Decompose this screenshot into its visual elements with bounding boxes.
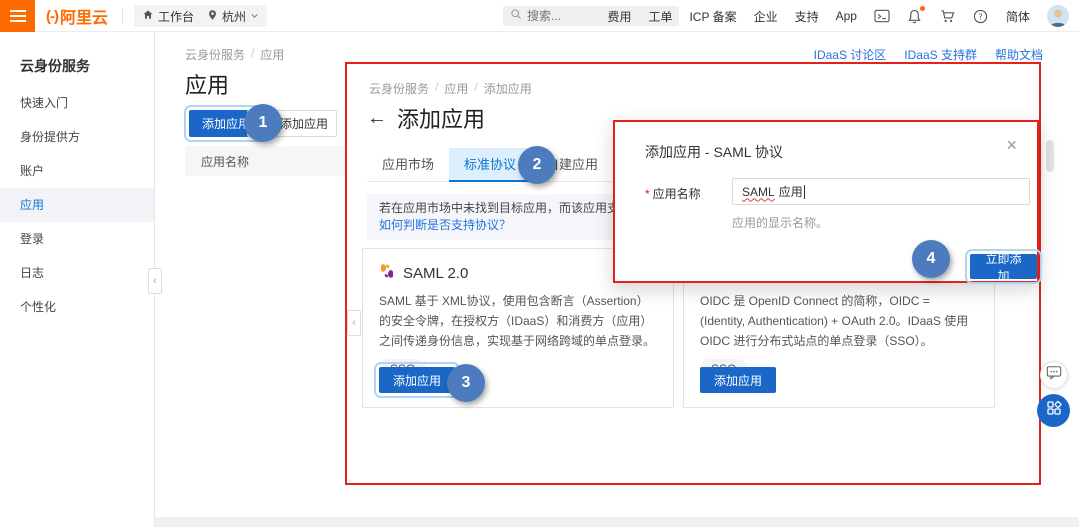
app-name-label: *应用名称 xyxy=(645,185,701,202)
back-arrow-icon[interactable]: ← xyxy=(367,108,387,128)
scrollbar-thumb[interactable] xyxy=(1046,140,1054,172)
step-annotation-1: 1 xyxy=(244,104,282,142)
step-annotation-4: 4 xyxy=(912,240,950,278)
menu-item-billing[interactable]: 费用 xyxy=(607,8,631,25)
region-selector[interactable]: 杭州 xyxy=(199,5,267,27)
menu-item-enterprise[interactable]: 企业 xyxy=(754,8,778,25)
cart-icon[interactable] xyxy=(940,8,956,24)
menu-item-icp[interactable]: ICP 备案 xyxy=(689,8,736,25)
sidebar-item-login[interactable]: 登录 xyxy=(0,222,154,256)
chevron-down-icon xyxy=(250,9,259,23)
help-icon[interactable]: ? xyxy=(973,8,989,24)
link-idaas-forum[interactable]: IDaaS 讨论区 xyxy=(814,46,887,63)
sidebar-item-quickstart[interactable]: 快速入门 xyxy=(0,86,154,120)
feedback-chat-button[interactable] xyxy=(1040,361,1068,389)
step-annotation-2: 2 xyxy=(518,146,556,184)
saml-logo-icon xyxy=(379,263,395,283)
input-value-word: SAML xyxy=(742,185,775,199)
notification-badge-dot xyxy=(920,6,925,11)
field-helper-text: 应用的显示名称。 xyxy=(732,214,828,231)
page-title: 应用 xyxy=(185,68,229,100)
submit-add-now-button[interactable]: 立即添加 xyxy=(970,254,1037,279)
card-description: OIDC 是 OpenID Connect 的简称，OIDC = (Identi… xyxy=(700,292,978,351)
menu-item-support[interactable]: 支持 xyxy=(795,8,819,25)
menu-item-tickets[interactable]: 工单 xyxy=(648,8,672,25)
menu-item-app[interactable]: App xyxy=(836,9,857,23)
breadcrumb-item: 应用 xyxy=(260,46,284,63)
breadcrumb-item[interactable]: 云身份服务 xyxy=(185,46,245,63)
breadcrumb-item[interactable]: 应用 xyxy=(444,80,468,97)
notification-bell-icon[interactable] xyxy=(907,8,923,24)
sidebar-item-accounts[interactable]: 账户 xyxy=(0,154,154,188)
breadcrumb: 云身份服务 / 应用 / 添加应用 xyxy=(369,80,532,97)
saml-add-application-button[interactable]: 添加应用 xyxy=(379,367,455,393)
cloudshell-icon[interactable] xyxy=(874,8,890,24)
grid-squares-icon xyxy=(1046,400,1062,421)
home-icon xyxy=(142,9,154,24)
link-help-docs[interactable]: 帮助文档 xyxy=(995,46,1043,63)
breadcrumb: 云身份服务 / 应用 xyxy=(185,46,284,63)
location-pin-icon xyxy=(207,9,218,24)
input-value-rest: 应用 xyxy=(779,183,803,200)
divider xyxy=(122,9,123,23)
card-description: SAML 基于 XML协议，使用包含断言（Assertion）的安全令牌，在授权… xyxy=(379,292,657,351)
text-caret xyxy=(804,185,805,199)
add-saml-app-dialog: 添加应用 - SAML 协议 × *应用名称 SAML 应用 应用的显示名称。 … xyxy=(613,120,1039,283)
locale-switcher[interactable]: 简体 xyxy=(1006,8,1030,25)
sidebar-item-idp[interactable]: 身份提供方 xyxy=(0,120,154,154)
workspace-button[interactable]: 工作台 xyxy=(134,5,202,27)
bottom-strip xyxy=(154,517,1079,527)
help-links: IDaaS 讨论区 IDaaS 支持群 帮助文档 xyxy=(814,46,1043,63)
sidebar-item-applications[interactable]: 应用 xyxy=(0,188,154,222)
topbar-right-menu: 费用 工单 ICP 备案 企业 支持 App ? 简体 xyxy=(607,0,1069,32)
oidc-add-application-button[interactable]: 添加应用 xyxy=(700,367,776,393)
sidebar-item-logs[interactable]: 日志 xyxy=(0,256,154,290)
panel-collapse-handle[interactable]: ‹ xyxy=(347,310,361,336)
logo-bracket-mark: (-) xyxy=(46,8,58,25)
required-mark: * xyxy=(645,187,650,201)
search-icon xyxy=(510,7,522,25)
aliyun-logo[interactable]: (-) 阿里云 xyxy=(46,0,108,32)
sidebar-item-personalization[interactable]: 个性化 xyxy=(0,290,154,324)
card-title: SAML 2.0 xyxy=(403,265,468,282)
app-name-input[interactable]: SAML 应用 xyxy=(732,178,1030,205)
sidebar-title: 云身份服务 xyxy=(0,32,154,86)
hamburger-menu-icon[interactable] xyxy=(0,0,35,32)
console-page: (-) 阿里云 工作台 杭州 费用 工单 xyxy=(0,0,1079,527)
sidebar: 云身份服务 快速入门 身份提供方 账户 应用 登录 日志 个性化 xyxy=(0,32,155,527)
breadcrumb-item[interactable]: 云身份服务 xyxy=(369,80,429,97)
user-avatar[interactable] xyxy=(1047,5,1069,27)
chat-bubble-icon xyxy=(1046,365,1062,385)
svg-text:?: ? xyxy=(979,12,983,21)
topbar: (-) 阿里云 工作台 杭州 费用 工单 xyxy=(0,0,1079,32)
tab-app-market[interactable]: 应用市场 xyxy=(367,148,449,182)
sidebar-collapse-handle[interactable]: ‹ xyxy=(148,268,162,294)
step-annotation-3: 3 xyxy=(447,364,485,402)
dialog-title: 添加应用 - SAML 协议 xyxy=(645,142,783,162)
breadcrumb-item: 添加应用 xyxy=(484,80,532,97)
close-icon[interactable]: × xyxy=(1006,136,1017,154)
link-idaas-support-group[interactable]: IDaaS 支持群 xyxy=(904,46,977,63)
mini-apps-button[interactable] xyxy=(1037,394,1070,427)
panel-title: 添加应用 xyxy=(397,102,485,134)
